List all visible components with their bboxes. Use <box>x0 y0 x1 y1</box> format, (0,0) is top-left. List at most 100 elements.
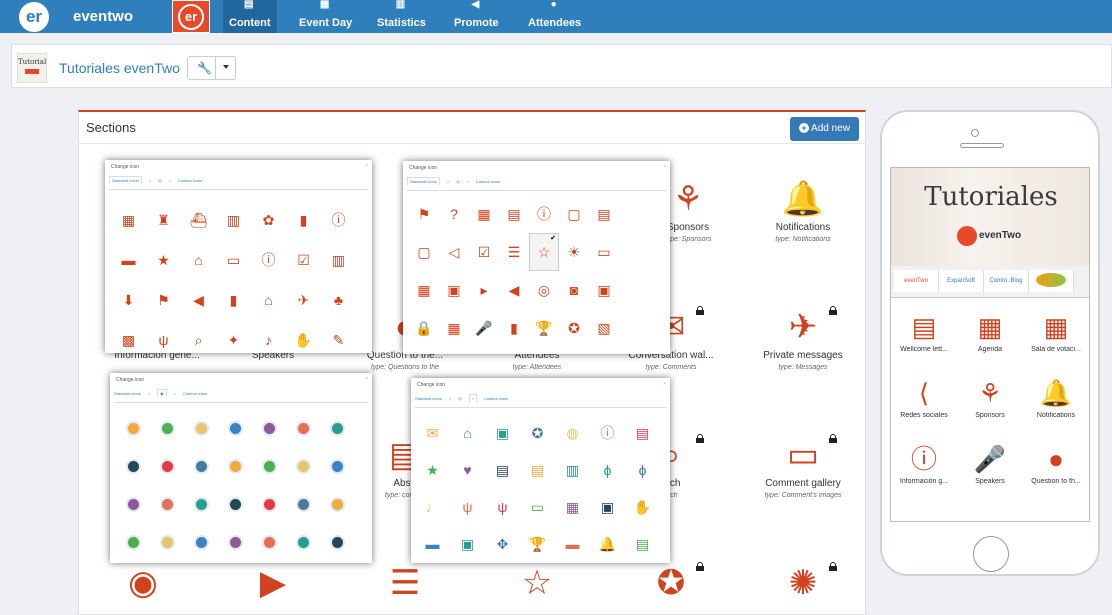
tab-style-option[interactable]: ○ <box>467 179 469 184</box>
icon-option[interactable]: ▭ <box>216 240 251 280</box>
icon-option[interactable]: ✉ <box>415 414 450 451</box>
app-menu-item[interactable]: ● Question to th... <box>1023 440 1089 485</box>
icon-option[interactable]: ▥ <box>321 240 356 280</box>
icon-option[interactable]: ♩ <box>415 488 450 525</box>
tab-custom-icons[interactable]: Custom icons <box>183 391 207 396</box>
close-icon[interactable]: × <box>663 381 666 387</box>
icon-option[interactable]: 🎤 <box>469 309 499 347</box>
tab-style-option[interactable]: ○ <box>174 391 176 396</box>
icon-option[interactable]: ⓘ <box>590 414 625 451</box>
app-menu-item[interactable]: ▦ Agenda <box>957 308 1023 353</box>
icon-option[interactable]: ▧ <box>589 309 619 347</box>
icon-option[interactable]: ▬ <box>415 525 450 562</box>
icon-option[interactable]: ☑ <box>469 233 499 271</box>
icon-option[interactable]: ✪ <box>559 309 589 347</box>
icon-option[interactable] <box>252 447 286 485</box>
icon-option[interactable] <box>116 409 150 447</box>
icon-option[interactable]: ▣ <box>589 271 619 309</box>
icon-option[interactable]: ▮ <box>499 309 529 347</box>
icon-option[interactable]: ▮ <box>286 200 321 240</box>
app-menu-item[interactable]: ⚘ Sponsors <box>957 374 1023 419</box>
sponsor-logo[interactable]: Comm..Blog <box>984 270 1029 292</box>
icon-option[interactable]: ⬇ <box>111 280 146 320</box>
event-badge[interactable]: er <box>172 0 210 33</box>
icon-option[interactable]: ◀ <box>181 280 216 320</box>
icon-option[interactable]: ▤ <box>520 451 555 488</box>
section-item[interactable]: ◉ <box>79 560 207 606</box>
tab-style-option[interactable]: ○ <box>169 178 171 183</box>
icon-option[interactable]: ▣ <box>439 271 469 309</box>
tab-custom-icons[interactable]: Custom icons <box>476 179 500 184</box>
icon-option[interactable]: ◍ <box>555 414 590 451</box>
icon-option[interactable]: ✈ <box>286 280 321 320</box>
icon-option[interactable] <box>286 447 320 485</box>
add-new-button[interactable]: + Add new <box>790 117 859 141</box>
icon-option[interactable] <box>184 523 218 561</box>
icon-option[interactable] <box>320 409 354 447</box>
icon-option[interactable]: ▤ <box>625 414 660 451</box>
sponsor-logo[interactable] <box>1029 270 1074 292</box>
icon-option[interactable]: ⌂ <box>181 240 216 280</box>
icon-option[interactable]: ✋ <box>286 320 321 353</box>
tab-style-option[interactable]: ○ <box>468 394 478 402</box>
icon-option[interactable]: 🔒 <box>409 309 439 347</box>
icon-option[interactable]: ▤ <box>485 451 520 488</box>
icon-option[interactable] <box>184 447 218 485</box>
icon-option[interactable]: ▦ <box>469 195 499 233</box>
icon-option[interactable] <box>252 485 286 523</box>
tab-style-option[interactable]: ○ <box>447 179 449 184</box>
icon-option[interactable]: ɸ <box>590 451 625 488</box>
icon-option[interactable]: ✋ <box>625 488 660 525</box>
icon-option[interactable]: ✎ <box>321 320 356 353</box>
icon-option[interactable]: 🏆 <box>529 309 559 347</box>
icon-option[interactable]: ▬ <box>111 240 146 280</box>
icon-option[interactable] <box>116 485 150 523</box>
icon-option[interactable] <box>218 523 252 561</box>
app-name[interactable]: eventwo <box>73 8 133 25</box>
icon-option[interactable] <box>619 195 649 233</box>
icon-option[interactable]: ◁ <box>439 233 469 271</box>
icon-option[interactable]: ◙ <box>559 271 589 309</box>
app-menu-item[interactable]: ▦ Sala de votaci... <box>1023 308 1089 353</box>
icon-option[interactable]: ▦ <box>555 488 590 525</box>
icon-option[interactable]: ☀ <box>559 233 589 271</box>
icon-option[interactable] <box>116 447 150 485</box>
tab-style-option[interactable]: ◉ <box>157 389 167 397</box>
icon-option[interactable]: ☑ <box>286 240 321 280</box>
icon-option[interactable]: ★ <box>415 451 450 488</box>
icon-option[interactable] <box>150 523 184 561</box>
icon-option[interactable]: ✥ <box>485 525 520 562</box>
icon-option[interactable]: ⓘ <box>529 195 559 233</box>
icon-option[interactable]: ✪ <box>520 414 555 451</box>
icon-option[interactable]: ⚑ <box>409 195 439 233</box>
close-icon[interactable]: × <box>365 163 368 169</box>
eventwo-logo-icon[interactable]: er <box>19 2 49 32</box>
icon-option[interactable]: ⌕ <box>181 320 216 353</box>
icon-option[interactable]: ⓘ <box>321 200 356 240</box>
icon-option[interactable] <box>218 409 252 447</box>
icon-option[interactable]: ▦ <box>111 200 146 240</box>
tab-custom-icons[interactable]: Custom icons <box>484 396 508 401</box>
icon-option[interactable]: ★ <box>146 240 181 280</box>
icon-option[interactable] <box>116 523 150 561</box>
caret-down-icon[interactable] <box>223 65 229 69</box>
icon-option[interactable]: ◀ <box>499 271 529 309</box>
icon-option[interactable] <box>619 271 649 309</box>
tab-style-option[interactable]: ○ <box>148 391 150 396</box>
icon-option[interactable]: ? <box>439 195 469 233</box>
icon-option[interactable]: ▤ <box>625 525 660 562</box>
icon-option[interactable] <box>320 447 354 485</box>
icon-option[interactable]: ▢ <box>409 233 439 271</box>
project-title[interactable]: Tutoriales evenTwo <box>59 60 180 76</box>
icon-option[interactable] <box>619 233 649 271</box>
icon-option[interactable]: ▭ <box>520 488 555 525</box>
icon-option[interactable]: ▥ <box>555 451 590 488</box>
sponsor-logo[interactable]: ExpanSoft <box>939 270 984 292</box>
icon-option[interactable]: ψ <box>146 320 181 353</box>
tab-event-day[interactable]: ▦ Event Day <box>293 0 358 33</box>
icon-option[interactable]: ✿ <box>251 200 286 240</box>
icon-option[interactable]: ✦ <box>216 320 251 353</box>
icon-option[interactable]: ▦ <box>439 309 469 347</box>
section-item[interactable]: ▭ Comment gallery type: Comment's images <box>739 432 865 499</box>
icon-option[interactable]: ▣ <box>450 525 485 562</box>
